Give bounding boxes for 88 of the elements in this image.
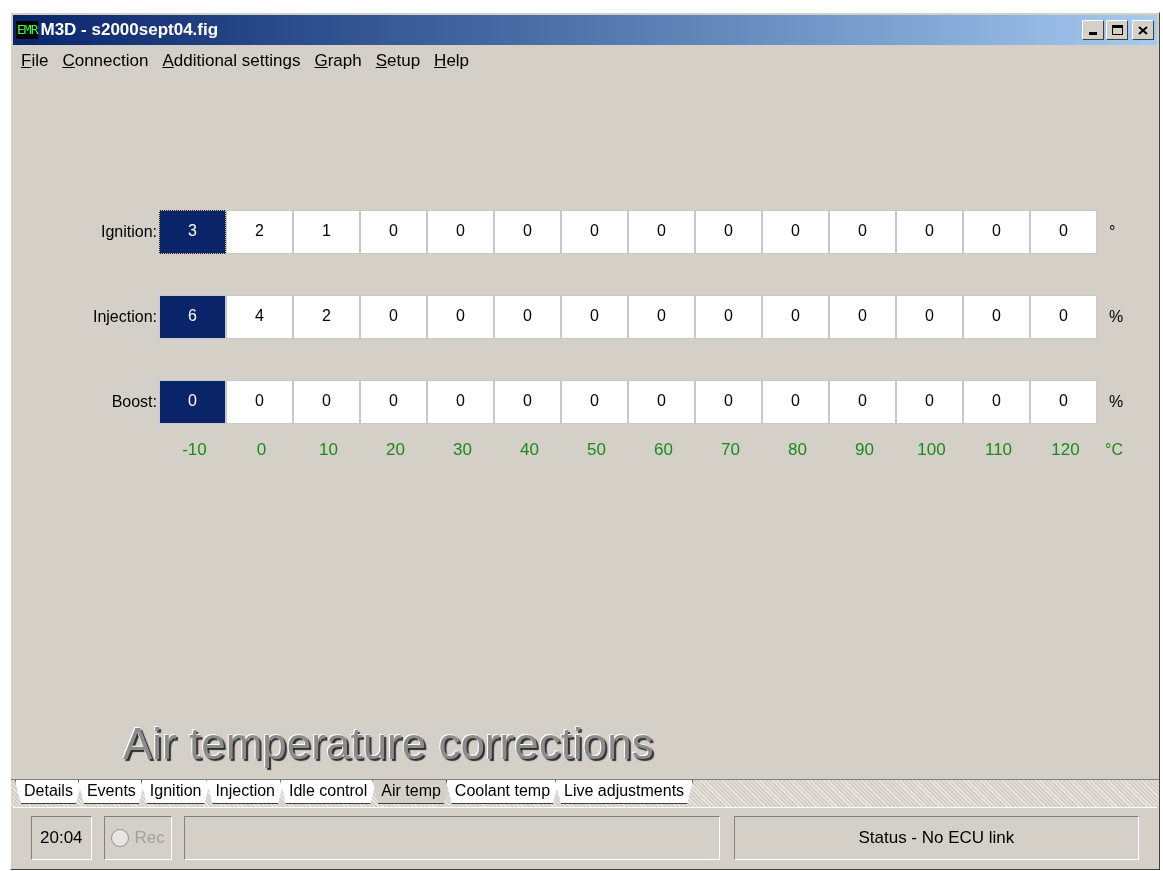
axis-label: 10 — [318, 439, 339, 461]
value-cell[interactable]: 0 — [360, 380, 427, 424]
axis-label: 20 — [385, 439, 406, 461]
value-cell[interactable]: 0 — [1030, 295, 1097, 339]
value-cell[interactable]: 0 — [293, 380, 360, 424]
value-cell[interactable]: 0 — [829, 295, 896, 339]
tab[interactable]: Idle control — [280, 780, 377, 804]
value-cell[interactable]: 0 — [628, 295, 695, 339]
value-cell[interactable]: 4 — [226, 295, 293, 339]
menu-item[interactable]: Graph — [308, 48, 368, 74]
value-cell[interactable]: 0 — [963, 210, 1030, 254]
value-cell[interactable]: 0 — [427, 295, 494, 339]
axis-label: 120 — [1050, 439, 1081, 461]
menu-item[interactable]: File — [15, 48, 55, 74]
tab[interactable]: Injection — [206, 780, 284, 804]
radio-icon — [110, 828, 129, 847]
tab[interactable]: Events — [77, 780, 145, 804]
value-cell[interactable]: 0 — [159, 380, 226, 424]
axis-unit: °C — [1105, 439, 1123, 460]
value-cell[interactable]: 1 — [293, 210, 360, 254]
maximize-button[interactable] — [1106, 20, 1128, 40]
axis-label: 30 — [452, 439, 473, 461]
value-cell[interactable]: 0 — [829, 210, 896, 254]
axis-label: -10 — [181, 439, 208, 461]
value-cell[interactable]: 0 — [427, 210, 494, 254]
axis-label: 110 — [983, 439, 1014, 461]
value-cell[interactable]: 0 — [695, 295, 762, 339]
unit-label: % — [1109, 307, 1124, 327]
value-cell[interactable]: 6 — [159, 295, 226, 339]
value-cell[interactable]: 0 — [695, 380, 762, 424]
value-cell[interactable]: 0 — [896, 295, 963, 339]
value-cell[interactable]: 0 — [963, 380, 1030, 424]
axis-label: 90 — [854, 439, 875, 461]
value-cell[interactable]: 0 — [494, 210, 561, 254]
unit-label: % — [1109, 392, 1124, 412]
value-cell[interactable]: 0 — [628, 210, 695, 254]
tab[interactable]: Live adjustments — [555, 780, 694, 804]
minimize-icon — [1089, 32, 1097, 35]
value-cell[interactable]: 0 — [695, 210, 762, 254]
value-cell[interactable]: 0 — [561, 380, 628, 424]
app-logo: EMR — [16, 21, 39, 39]
value-cell[interactable]: 0 — [494, 295, 561, 339]
row-label: Ignition: — [99, 222, 158, 242]
value-cell[interactable]: 0 — [896, 380, 963, 424]
minimize-button[interactable] — [1082, 20, 1104, 40]
page-heading: Air temperature corrections — [123, 719, 654, 769]
value-cell[interactable]: 0 — [762, 380, 829, 424]
tab[interactable]: Air temp — [372, 780, 450, 804]
axis-label: 40 — [519, 439, 540, 461]
maximize-icon — [1111, 25, 1123, 35]
window-title: M3D - s2000sept04.fig — [40, 19, 219, 42]
value-cell[interactable]: 0 — [226, 380, 293, 424]
value-cell[interactable]: 0 — [561, 210, 628, 254]
value-cell[interactable]: 2 — [293, 295, 360, 339]
status-panel: Status - No ECU link — [733, 815, 1139, 860]
menu-item[interactable]: Help — [428, 48, 476, 74]
tab[interactable]: Ignition — [140, 780, 211, 804]
axis-label: 100 — [916, 439, 947, 461]
axis-label: 80 — [787, 439, 808, 461]
value-cell[interactable]: 0 — [896, 210, 963, 254]
value-cell[interactable]: 0 — [360, 295, 427, 339]
close-icon — [1138, 25, 1148, 35]
value-cell[interactable]: 0 — [427, 380, 494, 424]
menu-item[interactable]: Setup — [369, 48, 427, 74]
unit-label: ° — [1109, 222, 1116, 242]
value-cell[interactable]: 0 — [762, 295, 829, 339]
value-cell[interactable]: 2 — [226, 210, 293, 254]
value-cell[interactable]: 0 — [963, 295, 1030, 339]
axis-label: 60 — [653, 439, 674, 461]
value-cell[interactable]: 0 — [561, 295, 628, 339]
axis-label: 50 — [586, 439, 607, 461]
menu-item[interactable]: Connection — [56, 48, 155, 74]
value-cell[interactable]: 3 — [159, 210, 226, 254]
menu-item[interactable]: Additional settings — [156, 48, 307, 74]
value-cell[interactable]: 0 — [360, 210, 427, 254]
row-label: Injection: — [91, 307, 158, 327]
tab[interactable]: Details — [15, 780, 82, 804]
value-cell[interactable]: 0 — [628, 380, 695, 424]
close-button[interactable] — [1132, 20, 1154, 40]
value-cell[interactable]: 0 — [762, 210, 829, 254]
axis-label: 70 — [720, 439, 741, 461]
value-cell[interactable]: 0 — [1030, 210, 1097, 254]
value-cell[interactable]: 0 — [829, 380, 896, 424]
axis-label: 0 — [255, 439, 268, 461]
clock-panel: 20:04 — [31, 815, 92, 860]
row-label: Boost: — [110, 392, 158, 412]
value-cell[interactable]: 0 — [494, 380, 561, 424]
value-cell[interactable]: 0 — [1030, 380, 1097, 424]
